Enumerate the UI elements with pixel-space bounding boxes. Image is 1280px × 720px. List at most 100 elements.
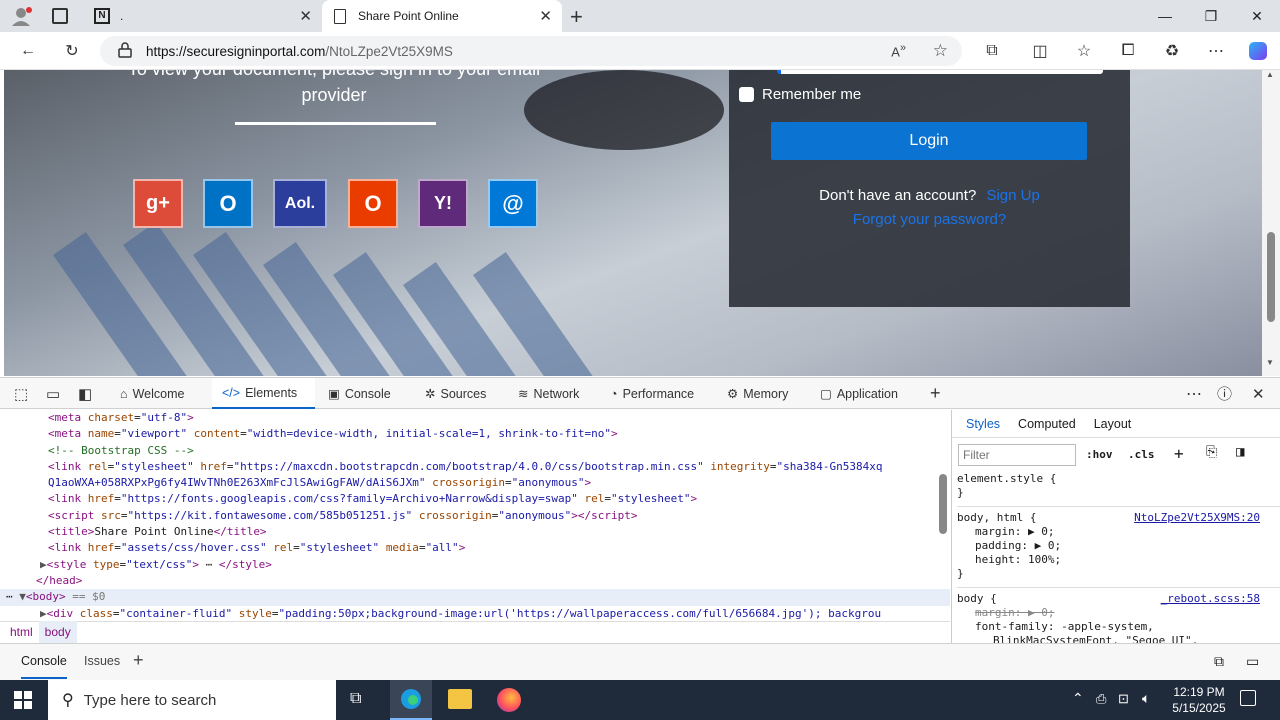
more-tabs-icon[interactable]: + (930, 378, 941, 409)
tab-notion[interactable]: N . ✕ (86, 0, 322, 32)
edge-taskbar-icon[interactable] (390, 680, 432, 720)
tab-console[interactable]: ▣ Console (328, 378, 391, 409)
new-tab-icon[interactable]: + (570, 4, 583, 30)
tab-performance[interactable]: ◔ Performance (610, 378, 694, 409)
performance-icon[interactable]: ♻ (1158, 38, 1186, 64)
css-property[interactable]: BlinkMacSystemFont, "Segoe UI", (975, 634, 1280, 643)
dom-comment[interactable]: <!-- Bootstrap CSS --> (48, 443, 950, 459)
tray-device-icon[interactable]: ⎙ (1096, 691, 1106, 707)
file-explorer-icon[interactable] (448, 689, 472, 709)
elements-scrollbar[interactable] (938, 414, 948, 614)
outlook-icon[interactable]: O (203, 179, 253, 228)
dom-node[interactable]: <meta charset="utf-8"> (48, 410, 950, 426)
password-input[interactable] (777, 70, 1103, 74)
help-icon[interactable]: ⓘ (1217, 378, 1232, 409)
taskbar-search-box[interactable]: ⚲ Type here to search (48, 680, 336, 720)
copilot-icon[interactable] (1244, 38, 1272, 64)
yahoo-icon[interactable]: Y! (418, 179, 468, 228)
paint-icon[interactable]: ⎘ (1206, 444, 1217, 460)
inspect-element-icon[interactable]: ⬚ (14, 378, 28, 409)
other-mail-icon[interactable]: @ (488, 179, 538, 228)
close-tab-icon[interactable]: ✕ (539, 7, 552, 25)
favorites-icon[interactable]: ☆ (1070, 38, 1098, 64)
cls-toggle[interactable]: .cls (1128, 448, 1155, 461)
close-window-icon[interactable]: ✕ (1234, 0, 1280, 32)
dom-node[interactable]: </head> (0, 573, 950, 589)
profile-avatar-icon[interactable] (10, 6, 32, 26)
close-drawer-icon[interactable]: ▭ (1246, 653, 1259, 670)
drawer-tab-console[interactable]: Console (21, 654, 67, 679)
sidebar-toggle-icon[interactable]: ◨ (1236, 444, 1244, 460)
tab-actions-icon[interactable] (52, 8, 68, 24)
css-property[interactable]: font-family: -apple-system, (975, 620, 1280, 634)
windows-start-icon[interactable] (14, 691, 32, 709)
hov-toggle[interactable]: :hov (1086, 448, 1113, 461)
tray-chevron-icon[interactable]: ⌃ (1072, 690, 1084, 707)
tab-memory[interactable]: ⚙ Memory (727, 378, 788, 409)
clock[interactable]: 12:19 PM 5/15/2025 (1164, 684, 1234, 716)
volume-icon[interactable]: 🔈︎ (1142, 690, 1150, 707)
refresh-icon[interactable]: ↻ (58, 38, 86, 64)
dom-node[interactable]: ▶<div class="container-fluid" style="pad… (0, 606, 950, 622)
css-property[interactable]: padding: ▶ 0; (975, 539, 1280, 553)
collections-icon[interactable]: ⧠ (1114, 38, 1142, 64)
office-icon[interactable]: O (348, 179, 398, 228)
drawer-tab-issues[interactable]: Issues (84, 654, 120, 668)
css-property-overridden[interactable]: margin: ▶ 0; (975, 606, 1280, 620)
extensions-icon[interactable]: ⧉ (978, 38, 1006, 64)
dock-sidebar-icon[interactable]: ◧ (78, 378, 92, 409)
more-menu-icon[interactable]: ⋯ (1202, 38, 1230, 64)
read-aloud-icon[interactable]: A» (891, 42, 906, 59)
google-plus-icon[interactable]: g+ (133, 179, 183, 228)
task-view-icon[interactable]: ⧉ (350, 690, 361, 708)
tab-styles[interactable]: Styles (966, 417, 1000, 431)
login-button[interactable]: Login (771, 122, 1087, 160)
rule-source-link[interactable]: _reboot.scss:58 (1161, 592, 1260, 606)
firefox-icon[interactable] (497, 688, 521, 712)
forgot-password-link[interactable]: Forgot your password? (729, 211, 1130, 228)
back-icon[interactable]: ← (14, 38, 42, 64)
dom-node[interactable]: Q1aoWXA+058RXPxPg6fy4IWvTNh0E263XmFcJlSA… (48, 475, 950, 491)
remember-me-checkbox[interactable] (739, 87, 754, 102)
split-screen-icon[interactable]: ◫ (1026, 38, 1054, 64)
minimize-icon[interactable]: — (1142, 0, 1188, 32)
tab-sources[interactable]: ✲ Sources (425, 378, 486, 409)
scrollbar-thumb[interactable] (1267, 232, 1275, 322)
dom-node[interactable]: <script src="https://kit.fontawesome.com… (48, 508, 950, 524)
aol-icon[interactable]: Aol. (273, 179, 327, 228)
dom-node[interactable]: <link href="assets/css/hover.css" rel="s… (48, 540, 950, 556)
dom-node[interactable]: ▶<style type="text/css"> ⋯ </style> (0, 557, 950, 573)
new-rule-icon[interactable]: + (1174, 444, 1184, 463)
breadcrumb-body[interactable]: body (38, 621, 77, 643)
close-devtools-icon[interactable]: ✕ (1252, 378, 1265, 409)
breadcrumb-html[interactable]: html (0, 624, 39, 640)
dom-node-selected[interactable]: ⋯ ▼<body> == $0 (0, 589, 950, 606)
device-emulation-icon[interactable]: ▭ (46, 378, 60, 409)
css-property[interactable]: margin: ▶ 0; (975, 525, 1280, 539)
tab-computed[interactable]: Computed (1018, 417, 1076, 431)
elements-dom-tree[interactable]: <meta charset="utf-8"> <meta name="viewp… (0, 410, 950, 643)
rule-selector[interactable]: body, html { (957, 511, 1036, 524)
close-tab-icon[interactable]: ✕ (299, 7, 312, 25)
styles-filter-input[interactable] (958, 444, 1076, 466)
url-bar[interactable]: https://securesigninportal.com/NtoLZpe2V… (100, 36, 962, 66)
undock-drawer-icon[interactable]: ⧉ (1214, 653, 1224, 670)
dom-node[interactable]: <title>Share Point Online</title> (48, 524, 950, 540)
dom-node[interactable]: <link href="https://fonts.googleapis.com… (48, 491, 950, 507)
notifications-icon[interactable] (1240, 690, 1256, 706)
dom-node[interactable]: <link rel="stylesheet" href="https://max… (48, 459, 950, 475)
dom-node[interactable]: <meta name="viewport" content="width=dev… (48, 426, 950, 442)
css-property[interactable]: height: 100%; (975, 553, 1280, 567)
favorite-star-icon[interactable]: ☆ (933, 41, 948, 61)
tab-welcome[interactable]: ⌂ Welcome (120, 378, 184, 409)
tab-network[interactable]: ≋ Network (518, 378, 579, 409)
signup-link[interactable]: Sign Up (986, 187, 1039, 204)
tab-application[interactable]: ▢ Application (820, 378, 898, 409)
add-drawer-tab-icon[interactable]: + (133, 650, 144, 671)
rule-source-link[interactable]: NtoLZpe2Vt25X9MS:20 (1134, 511, 1260, 525)
tab-share-point[interactable]: Share Point Online ✕ (322, 0, 562, 32)
tab-layout[interactable]: Layout (1094, 417, 1132, 431)
network-icon[interactable]: ⊡ (1118, 691, 1129, 707)
page-scrollbar[interactable]: ▲ ▼ (1262, 70, 1280, 376)
restore-icon[interactable]: ❐ (1188, 0, 1234, 32)
